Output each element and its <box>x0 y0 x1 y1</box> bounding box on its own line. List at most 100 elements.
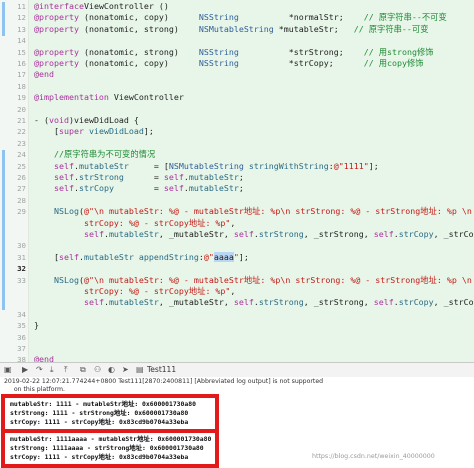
code-token: NSLog <box>53 274 79 285</box>
location-icon[interactable]: ➤ <box>122 365 129 375</box>
code-text: @property (nonatomic, strong) NSMutableS… <box>34 24 429 35</box>
code-line[interactable]: 35} <box>0 320 474 331</box>
step-into-icon[interactable]: ⤓ <box>50 365 54 375</box>
code-token: = <box>123 172 164 182</box>
code-line[interactable]: self.mutableStr, _mutableStr, self.strSt… <box>0 229 474 240</box>
console-output[interactable]: 2019-02-22 12:07:21.774244+0800 Test111[… <box>0 377 474 394</box>
code-token: self <box>83 297 104 308</box>
code-line[interactable]: 30 <box>0 240 474 251</box>
code-line[interactable]: 11 @interfaceViewController () <box>0 1 474 12</box>
code-text: - (void)viewDidLoad { <box>34 115 139 126</box>
code-line[interactable]: 17 @end <box>0 69 474 80</box>
code-token: mutableStr <box>78 160 129 171</box>
code-token: self <box>163 183 184 194</box>
code-token: , _strStrong, <box>303 297 374 308</box>
code-text: strCopy: %@ - strCopy地址: %p", <box>34 218 235 229</box>
code-line[interactable]: 34 <box>0 309 474 320</box>
code-line[interactable]: 22 [super viewDidLoad]; <box>0 126 474 137</box>
code-line[interactable]: 12 @property (nonatomic, copy) NSString *… <box>0 12 474 23</box>
line-number: 12 <box>17 13 26 23</box>
code-text: @property (nonatomic, copy) NSString *no… <box>34 12 447 23</box>
line-number: 13 <box>17 24 26 34</box>
code-line[interactable]: 33 NSLog(@"\n mutableStr: %@ - mutableSt… <box>0 275 474 286</box>
code-token: ; <box>238 172 244 182</box>
step-out-icon[interactable]: ⤒ <box>64 365 68 375</box>
code-line[interactable]: 32 <box>0 263 474 274</box>
code-text: NSLog(@"\n mutableStr: %@ - mutableStr地址… <box>34 206 472 217</box>
code-token: appendString <box>138 251 199 262</box>
code-line[interactable]: 24 //原字符串为不可变的情况 <box>0 149 474 160</box>
code-editor[interactable]: 11 @interfaceViewController () 12 @property… <box>0 0 474 362</box>
code-line[interactable]: strCopy: %@ - strCopy地址: %p", <box>0 286 474 297</box>
code-line[interactable]: 37 <box>0 343 474 354</box>
line-number: 32 <box>17 264 26 274</box>
view-debugger-icon[interactable]: ⧉ <box>80 365 86 375</box>
code-token: strCopy <box>78 183 114 194</box>
code-token: // 原字符串--不可变 <box>363 12 447 23</box>
code-token: NSMutableString <box>168 160 244 171</box>
code-token: , _mutableStr, <box>158 229 234 239</box>
code-line[interactable]: 15 @property (nonatomic, strong) NSString… <box>0 47 474 58</box>
line-number: 16 <box>17 59 26 68</box>
code-token: @property <box>34 58 79 68</box>
code-token: ]; <box>238 251 249 262</box>
code-token: (nonatomic, strong) <box>78 23 199 34</box>
code-text: self.mutableStr, _mutableStr, self.strSt… <box>34 297 474 308</box>
code-line[interactable]: strCopy: %@ - strCopy地址: %p", <box>0 218 474 229</box>
output-line: mutableStr: 1111 - mutableStr地址: 0x60000… <box>10 400 196 408</box>
hide-console-icon[interactable]: ▣ <box>4 365 12 375</box>
code-line[interactable]: 29 NSLog(@"\n mutableStr: %@ - mutableSt… <box>0 206 474 217</box>
code-line[interactable]: 31 [self.mutableStr appendString:@"aaaa"… <box>0 251 474 263</box>
code-token: self <box>83 229 104 239</box>
code-token: self <box>53 183 74 194</box>
console-line: on this platform. <box>4 385 66 393</box>
code-line[interactable]: 27 self.strCopy = self.mutableStr; <box>0 183 474 194</box>
step-over-icon[interactable]: ↷ <box>36 365 43 375</box>
code-token: *strCopy; <box>238 58 364 68</box>
console-line: 2019-02-22 12:07:21.774244+0800 Test111[… <box>4 378 324 385</box>
code-line[interactable]: 18 <box>0 81 474 92</box>
code-token: (nonatomic, copy) <box>78 58 199 68</box>
code-token: strStrong <box>78 172 124 182</box>
code-line[interactable]: 25 self.mutableStr = [NSMutableString st… <box>0 161 474 172</box>
code-line[interactable]: 13 @property (nonatomic, strong) NSMutabl… <box>0 24 474 35</box>
code-line[interactable]: 26 self.strStrong = self.mutableStr; <box>0 172 474 183</box>
code-line[interactable]: 19 @implementation ViewController <box>0 92 474 103</box>
code-line[interactable]: 36 <box>0 332 474 343</box>
code-line[interactable]: 23 <box>0 138 474 149</box>
code-token: *mutableStr; <box>273 23 354 34</box>
code-token: stringWithString <box>248 160 329 171</box>
code-text: //原字符串为不可变的情况 <box>34 149 155 160</box>
code-token: = <box>113 183 164 194</box>
environment-icon[interactable]: ◐ <box>108 365 115 375</box>
scheme-label[interactable]: Test111 <box>147 365 176 375</box>
memory-graph-icon[interactable]: ⚇ <box>94 365 101 375</box>
code-line[interactable]: 14 <box>0 35 474 46</box>
code-token: , <box>230 286 236 296</box>
code-line[interactable]: 28 <box>0 195 474 206</box>
code-token: *normalStr; <box>238 12 364 23</box>
line-number: 19 <box>17 93 26 103</box>
code-token: @"\n mutableStr: %@ - mutableStr地址: %p\n… <box>83 274 472 285</box>
code-token: ]; <box>143 126 154 137</box>
code-line[interactable]: self.mutableStr, _mutableStr, self.strSt… <box>0 297 474 308</box>
code-line[interactable]: 16 @property (nonatomic, copy) NSString *… <box>0 58 474 69</box>
output-line: strStrong: 1111aaaa - strStrong地址: 0x600… <box>10 444 204 452</box>
code-line[interactable]: 20 <box>0 104 474 115</box>
code-line[interactable]: 38 @end <box>0 354 474 362</box>
code-token: mutableStr <box>108 229 159 239</box>
code-line[interactable]: 21 - (void)viewDidLoad { <box>0 115 474 126</box>
code-token: NSLog <box>53 206 79 217</box>
code-token: strCopy: %@ - strCopy地址: %p" <box>34 217 231 228</box>
code-token: *strStrong; <box>238 46 364 57</box>
code-token: strCopy <box>398 229 434 239</box>
code-token: self <box>373 229 394 239</box>
debug-toolbar: ▣ ▶ ↷ ⤓ ⤒ ⧉ ⚇ ◐ ➤ ▤ Test111 <box>0 362 474 378</box>
output-line: strStrong: 1111 - strStrong地址: 0x6000017… <box>10 409 189 417</box>
code-token: // 用strong修饰 <box>363 46 434 57</box>
line-number: 38 <box>17 355 26 362</box>
continue-icon[interactable]: ▶ <box>22 365 28 375</box>
code-token: NSString <box>198 12 239 23</box>
